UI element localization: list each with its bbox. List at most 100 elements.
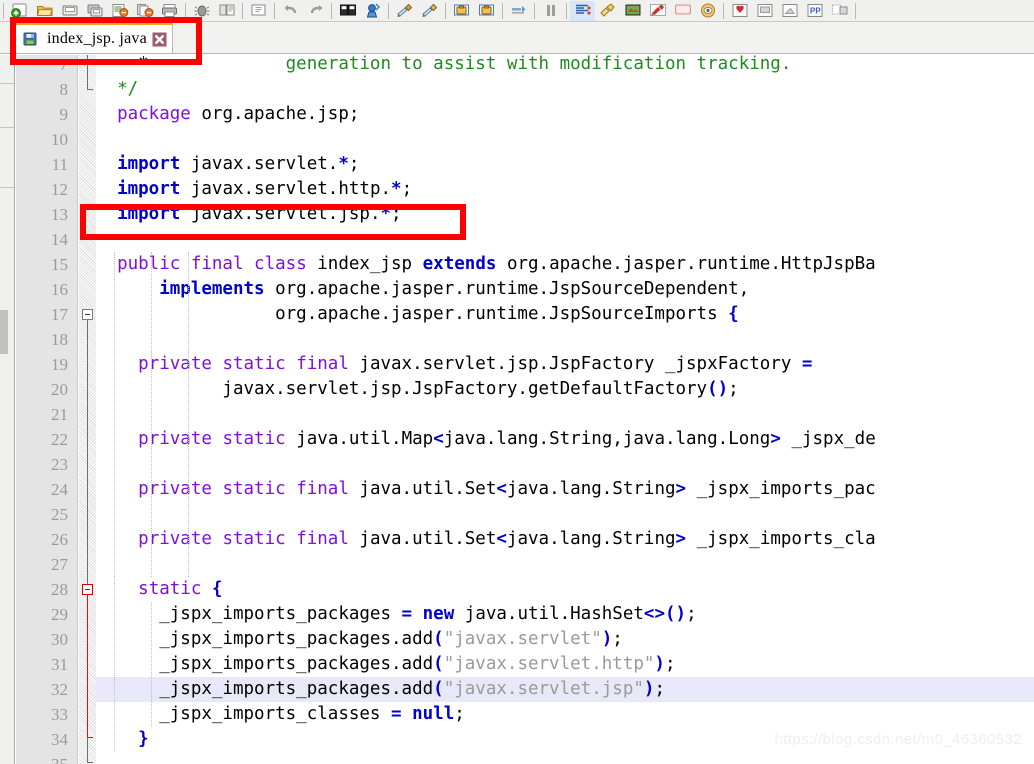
console-icon[interactable] xyxy=(670,1,695,21)
editor-tab-strip: index_jsp. java xyxy=(0,22,1034,54)
code-line[interactable]: _jspx_imports_classes = null; xyxy=(96,702,1034,727)
compare-icon[interactable] xyxy=(335,1,360,21)
code-token: _jspx_imports_packages.add xyxy=(96,629,434,649)
run-icon[interactable] xyxy=(214,1,239,21)
code-line[interactable]: static { xyxy=(96,577,1034,602)
code-line[interactable]: package org.apache.jsp; xyxy=(96,102,1034,127)
code-token: _jspx_imports_pac xyxy=(686,479,876,499)
code-text-area[interactable]: * generation to assist with modification… xyxy=(96,55,1034,764)
code-line[interactable]: private static final javax.servlet.jsp.J… xyxy=(96,352,1034,377)
code-line[interactable] xyxy=(96,502,1034,527)
java-file-icon xyxy=(23,32,37,46)
code-line[interactable]: org.apache.jasper.runtime.JspSourceImpor… xyxy=(96,302,1034,327)
code-line[interactable]: _jspx_imports_packages.add("javax.servle… xyxy=(96,677,1034,702)
code-line[interactable]: _jspx_imports_packages.add("javax.servle… xyxy=(96,627,1034,652)
code-token: _jspx_de xyxy=(780,429,876,449)
code-token: "javax.servlet" xyxy=(443,629,602,649)
line-number: 22 xyxy=(51,430,68,449)
maximize-icon[interactable] xyxy=(777,1,802,21)
code-line[interactable] xyxy=(96,752,1034,764)
line-number: 20 xyxy=(51,380,68,399)
code-token: > xyxy=(675,479,687,499)
code-line[interactable]: _jspx_imports_packages.add("javax.servle… xyxy=(96,652,1034,677)
code-line[interactable]: private static final java.util.Set<java.… xyxy=(96,477,1034,502)
toolbar-separator xyxy=(499,2,506,20)
new-java-interface-icon[interactable] xyxy=(417,1,442,21)
perspective-icon[interactable]: PP xyxy=(802,1,827,21)
print-icon[interactable] xyxy=(157,1,182,21)
indent-guide xyxy=(151,602,152,727)
pin-icon[interactable] xyxy=(645,1,670,21)
line-number: 19 xyxy=(51,355,68,374)
code-token: } xyxy=(138,729,149,749)
outline-view-icon[interactable] xyxy=(570,0,595,21)
code-line[interactable]: import javax.servlet.http.*; xyxy=(96,177,1034,202)
step-return-icon[interactable] xyxy=(506,1,531,21)
open-task-alt-icon[interactable] xyxy=(474,1,499,21)
new-wizard-icon[interactable] xyxy=(7,1,32,21)
line-number: 34 xyxy=(51,730,68,749)
open-task-icon[interactable] xyxy=(449,1,474,21)
close-icon[interactable] xyxy=(152,32,167,47)
toolbar-separator xyxy=(852,2,859,20)
open-type-icon[interactable] xyxy=(246,1,271,21)
scrollbar-thumb[interactable] xyxy=(0,310,8,354)
code-folding-margin[interactable] xyxy=(79,55,96,764)
code-token: < xyxy=(496,479,507,499)
code-line[interactable]: import javax.servlet.jsp.*; xyxy=(96,202,1034,227)
code-line[interactable] xyxy=(96,327,1034,352)
code-line[interactable] xyxy=(96,402,1034,427)
save-all-icon[interactable] xyxy=(82,1,107,21)
code-line[interactable]: public final class index_jsp extends org… xyxy=(96,252,1034,277)
code-line[interactable]: implements org.apache.jasper.runtime.Jsp… xyxy=(96,277,1034,302)
toolbar-separator xyxy=(720,2,727,20)
code-token: import xyxy=(117,179,181,199)
fast-view-icon[interactable] xyxy=(827,1,852,21)
code-line[interactable]: */ xyxy=(96,77,1034,102)
code-token: import xyxy=(117,154,181,174)
search-icon[interactable] xyxy=(595,1,620,21)
debug-icon[interactable] xyxy=(189,1,214,21)
fold-collapse-icon[interactable] xyxy=(82,309,93,320)
help-icon[interactable] xyxy=(695,1,720,21)
code-line[interactable]: _jspx_imports_packages = new java.util.H… xyxy=(96,602,1034,627)
editor-tab-index-jsp-java[interactable]: index_jsp. java xyxy=(14,22,173,53)
fold-collapse-icon[interactable] xyxy=(82,584,93,595)
undo-icon[interactable] xyxy=(278,1,303,21)
open-folder-icon[interactable] xyxy=(32,1,57,21)
redo-icon[interactable] xyxy=(303,1,328,21)
save-icon[interactable] xyxy=(57,1,82,21)
left-side-rail[interactable] xyxy=(0,55,15,764)
code-line[interactable]: import javax.servlet.*; xyxy=(96,152,1034,177)
minimize-icon[interactable] xyxy=(752,1,777,21)
stop-icon[interactable] xyxy=(727,1,752,21)
rail-divider xyxy=(0,187,14,188)
new-java-class-icon[interactable] xyxy=(392,1,417,21)
build-icon[interactable] xyxy=(107,1,132,21)
code-token: generation to assist with modification t… xyxy=(159,55,792,74)
code-line[interactable] xyxy=(96,552,1034,577)
line-number: 11 xyxy=(51,155,68,174)
code-token: ) xyxy=(643,679,655,699)
validate-icon[interactable] xyxy=(360,1,385,21)
indent-guide xyxy=(114,252,115,352)
code-line[interactable]: private static java.util.Map<java.lang.S… xyxy=(96,427,1034,452)
code-line[interactable] xyxy=(96,127,1034,152)
code-line[interactable] xyxy=(96,452,1034,477)
code-token: extends xyxy=(422,254,497,274)
build-all-icon[interactable] xyxy=(132,1,157,21)
code-editor[interactable]: 7 8 9 10 11 12 13 14 15 16 17 18 19 20 21 22 23 24 25 26 27 2… xyxy=(16,55,1034,764)
code-line[interactable]: private static final java.util.Set<java.… xyxy=(96,527,1034,552)
code-token: * xyxy=(96,55,160,74)
pause-icon[interactable] xyxy=(538,1,563,21)
code-line[interactable]: javax.servlet.jsp.JspFactory.getDefaultF… xyxy=(96,377,1034,402)
code-line[interactable]: * generation to assist with modification… xyxy=(96,55,1034,77)
code-line[interactable] xyxy=(96,227,1034,252)
code-token: org.apache.jasper.runtime.JspSourceImpor… xyxy=(96,304,729,324)
palette-icon[interactable] xyxy=(620,1,645,21)
